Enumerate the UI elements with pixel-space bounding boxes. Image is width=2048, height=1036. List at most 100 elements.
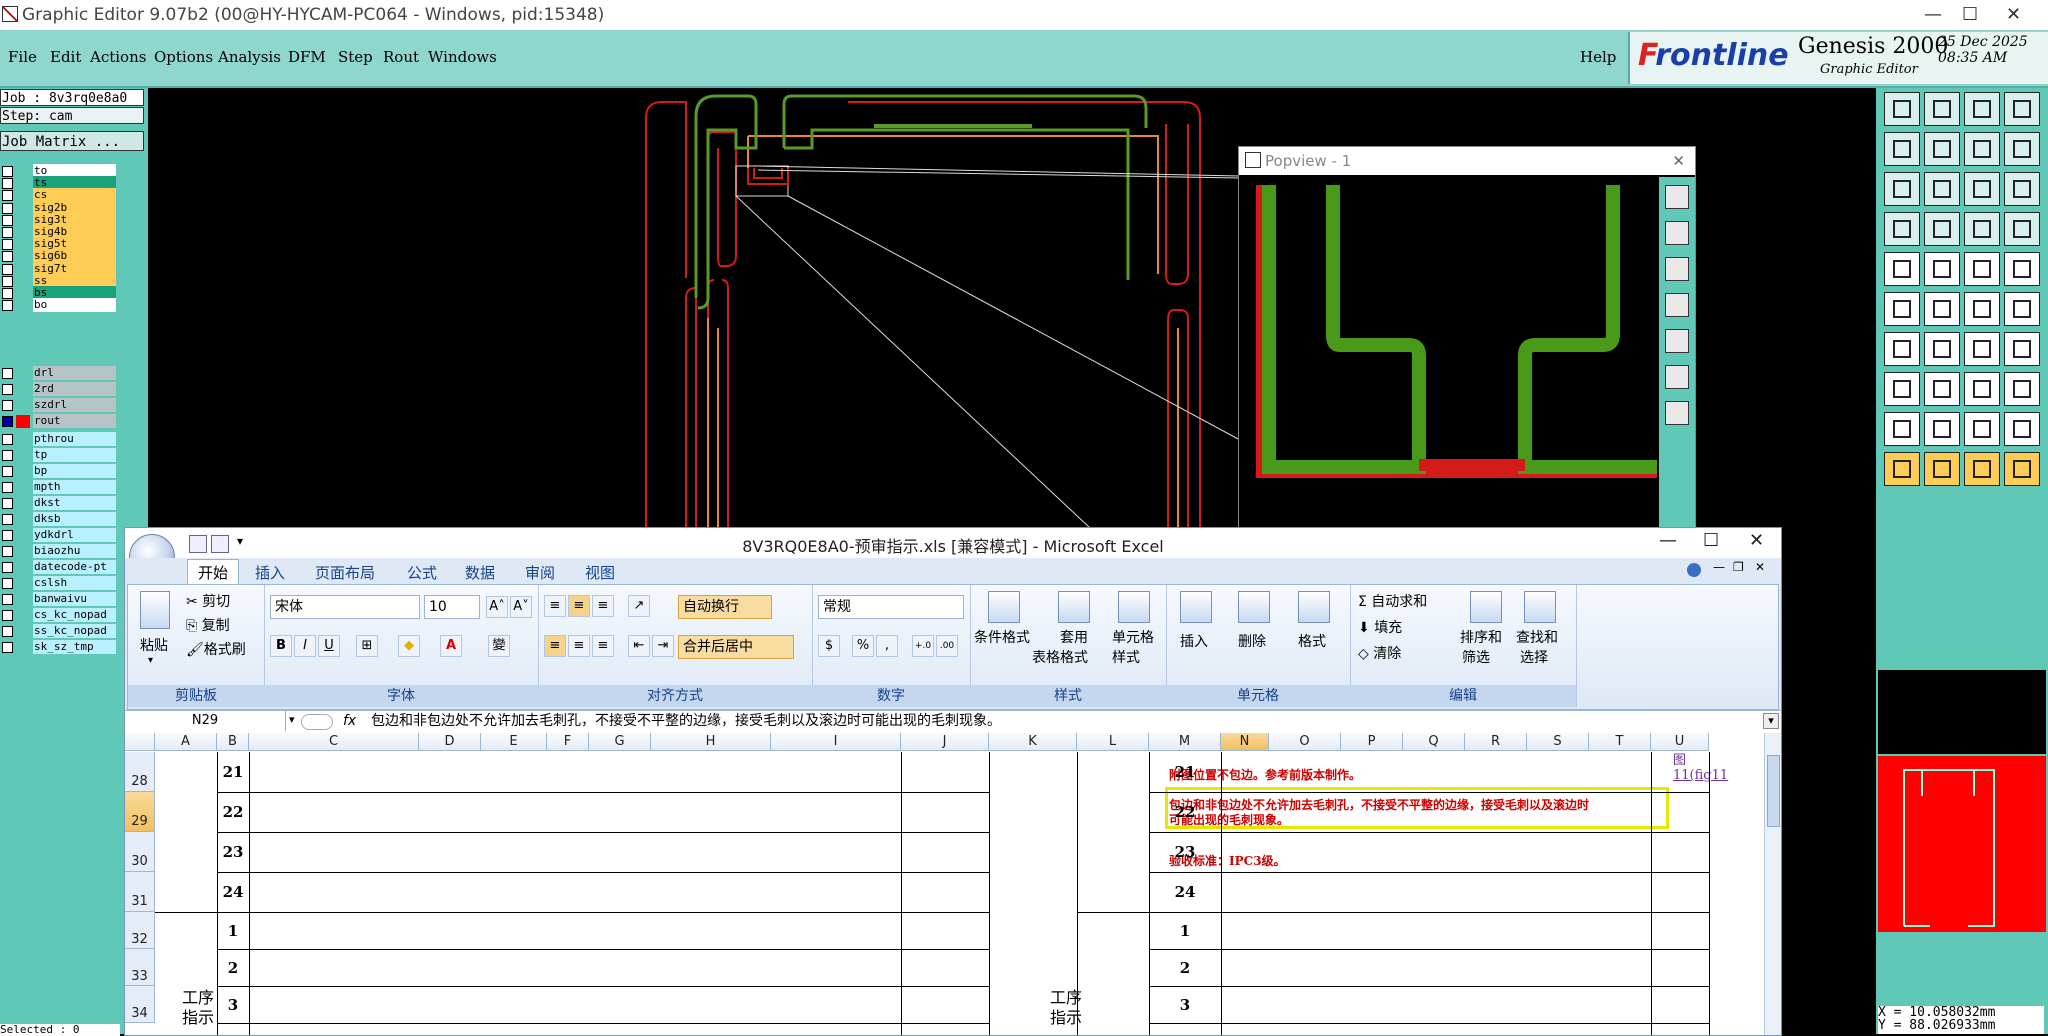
column-header-S[interactable]: S [1527, 733, 1589, 751]
tool-icon[interactable] [1924, 172, 1960, 206]
format-table-label-1[interactable]: 套用 [1060, 627, 1088, 647]
vertical-scrollbar[interactable] [1764, 733, 1781, 1035]
step-field[interactable]: Step: cam [0, 107, 144, 124]
workbook-close-icon[interactable]: ✕ [1755, 560, 1765, 574]
layer-row-datecode-pt[interactable]: datecode-pt [0, 560, 118, 575]
layer-checkbox[interactable] [2, 642, 13, 653]
tab-page-layout[interactable]: 页面布局 [315, 562, 375, 583]
menu-rout[interactable]: Rout [383, 48, 419, 66]
column-header-R[interactable]: R [1465, 733, 1527, 751]
layer-checkbox[interactable] [2, 530, 13, 541]
clear-button[interactable]: ◇ 清除 [1358, 643, 1401, 663]
format-table-icon[interactable] [1058, 591, 1090, 623]
layer-checkbox[interactable] [2, 384, 13, 395]
increase-indent-button[interactable]: ⇥ [652, 635, 674, 657]
column-header-J[interactable]: J [901, 733, 989, 751]
popview-tool-icon[interactable] [1665, 365, 1689, 389]
popview-tool-icon[interactable] [1665, 401, 1689, 425]
column-header-Q[interactable]: Q [1403, 733, 1465, 751]
left-index-cell[interactable]: 22 [217, 803, 249, 821]
number-format-select[interactable]: 常规 [818, 595, 964, 619]
align-middle-button[interactable]: ≡ [568, 595, 590, 617]
tool-icon[interactable] [1884, 212, 1920, 246]
layer-row-tp[interactable]: tp [0, 448, 118, 463]
layer-row-mpth[interactable]: mpth [0, 480, 118, 495]
autosum-button[interactable]: Σ 自动求和 [1358, 591, 1427, 611]
layer-color-swatch[interactable] [16, 383, 30, 396]
tool-icon[interactable] [1964, 292, 2000, 326]
popview-tool-icon[interactable] [1665, 221, 1689, 245]
layer-row-drl[interactable]: drl [0, 366, 118, 381]
menu-options[interactable]: Options [154, 48, 213, 66]
layer-checkbox[interactable] [2, 610, 13, 621]
popview-tool-icon[interactable] [1665, 329, 1689, 353]
layer-color-swatch[interactable] [16, 399, 30, 412]
layer-color-swatch[interactable] [16, 433, 30, 446]
tab-insert[interactable]: 插入 [255, 562, 285, 583]
formula-input[interactable]: 包边和非包边处不允许加去毛刺孔，不接受不平整的边缘，接受毛刺以及滚边时可能出现的… [371, 711, 1001, 731]
layer-color-swatch[interactable] [16, 299, 30, 312]
layer-row-biaozhu[interactable]: biaozhu [0, 544, 118, 559]
font-color-button[interactable]: A [440, 635, 462, 657]
layer-checkbox[interactable] [2, 578, 13, 589]
column-header-U[interactable]: U [1651, 733, 1709, 751]
layer-color-swatch[interactable] [16, 577, 30, 590]
job-matrix-button[interactable]: Job Matrix ... [0, 131, 144, 151]
menu-dfm[interactable]: DFM [288, 48, 326, 66]
layer-row-sk-sz-tmp[interactable]: sk_sz_tmp [0, 640, 118, 655]
name-box-dropdown-icon[interactable]: ▾ [289, 713, 295, 726]
tool-icon[interactable] [1964, 252, 2000, 286]
menu-file[interactable]: File [8, 48, 37, 66]
layer-row-banwaivu[interactable]: banwaivu [0, 592, 118, 607]
layer-checkbox[interactable] [2, 300, 13, 312]
tool-icon[interactable] [2004, 412, 2040, 446]
align-center-button[interactable]: ≡ [568, 635, 590, 657]
layer-color-swatch[interactable] [16, 593, 30, 606]
tool-icon[interactable] [2004, 372, 2040, 406]
tab-home[interactable]: 开始 [187, 559, 240, 585]
layer-row-cslsh[interactable]: cslsh [0, 576, 118, 591]
conditional-format-button[interactable]: 条件格式 [974, 627, 1030, 647]
column-header-T[interactable]: T [1589, 733, 1651, 751]
tool-icon[interactable] [1884, 292, 1920, 326]
tool-icon[interactable] [1924, 92, 1960, 126]
format-cells-icon[interactable] [1298, 591, 1330, 623]
layer-color-swatch[interactable] [16, 481, 30, 494]
layer-checkbox[interactable] [2, 368, 13, 379]
popview-window[interactable]: Popview - 1 ✕ [1238, 146, 1696, 530]
layer-row-dksb[interactable]: dksb [0, 512, 118, 527]
bold-button[interactable]: B [270, 635, 292, 657]
ribbon-minimize-icon[interactable]: — [1713, 560, 1725, 574]
ribbon-restore-icon[interactable]: ❐ [1733, 560, 1744, 574]
column-header-E[interactable]: E [481, 733, 547, 751]
layer-checkbox[interactable] [2, 466, 13, 477]
row-header-31[interactable]: 31 [125, 872, 155, 912]
format-cells-button[interactable]: 格式 [1298, 631, 1326, 651]
layer-checkbox[interactable] [2, 626, 13, 637]
excel-minimize-icon[interactable]: — [1659, 530, 1677, 551]
layer-color-swatch[interactable] [16, 545, 30, 558]
popview-tool-icon[interactable] [1665, 293, 1689, 317]
popview-tool-icon[interactable] [1665, 257, 1689, 281]
layer-color-swatch[interactable] [16, 609, 30, 622]
maximize-icon[interactable]: ☐ [1962, 0, 1978, 30]
tool-icon[interactable] [1924, 212, 1960, 246]
layer-row-dkst[interactable]: dkst [0, 496, 118, 511]
tool-icon[interactable] [1884, 332, 1920, 366]
layer-checkbox[interactable] [2, 416, 13, 427]
tool-icon[interactable] [1884, 372, 1920, 406]
align-top-button[interactable]: ≡ [544, 595, 566, 617]
right-index-cell[interactable]: 21 [1149, 763, 1221, 781]
tool-icon[interactable] [1924, 292, 1960, 326]
tool-icon[interactable] [1884, 92, 1920, 126]
column-header-B[interactable]: B [217, 733, 249, 751]
tool-icon[interactable] [2004, 92, 2040, 126]
menu-analysis[interactable]: Analysis [218, 48, 281, 66]
menu-actions[interactable]: Actions [90, 48, 146, 66]
layer-color-swatch[interactable] [16, 625, 30, 638]
tool-icon[interactable] [2004, 172, 2040, 206]
tool-icon[interactable] [1964, 92, 2000, 126]
menu-step[interactable]: Step [338, 48, 373, 66]
tool-icon[interactable] [1924, 132, 1960, 166]
menu-help[interactable]: Help [1580, 48, 1616, 66]
